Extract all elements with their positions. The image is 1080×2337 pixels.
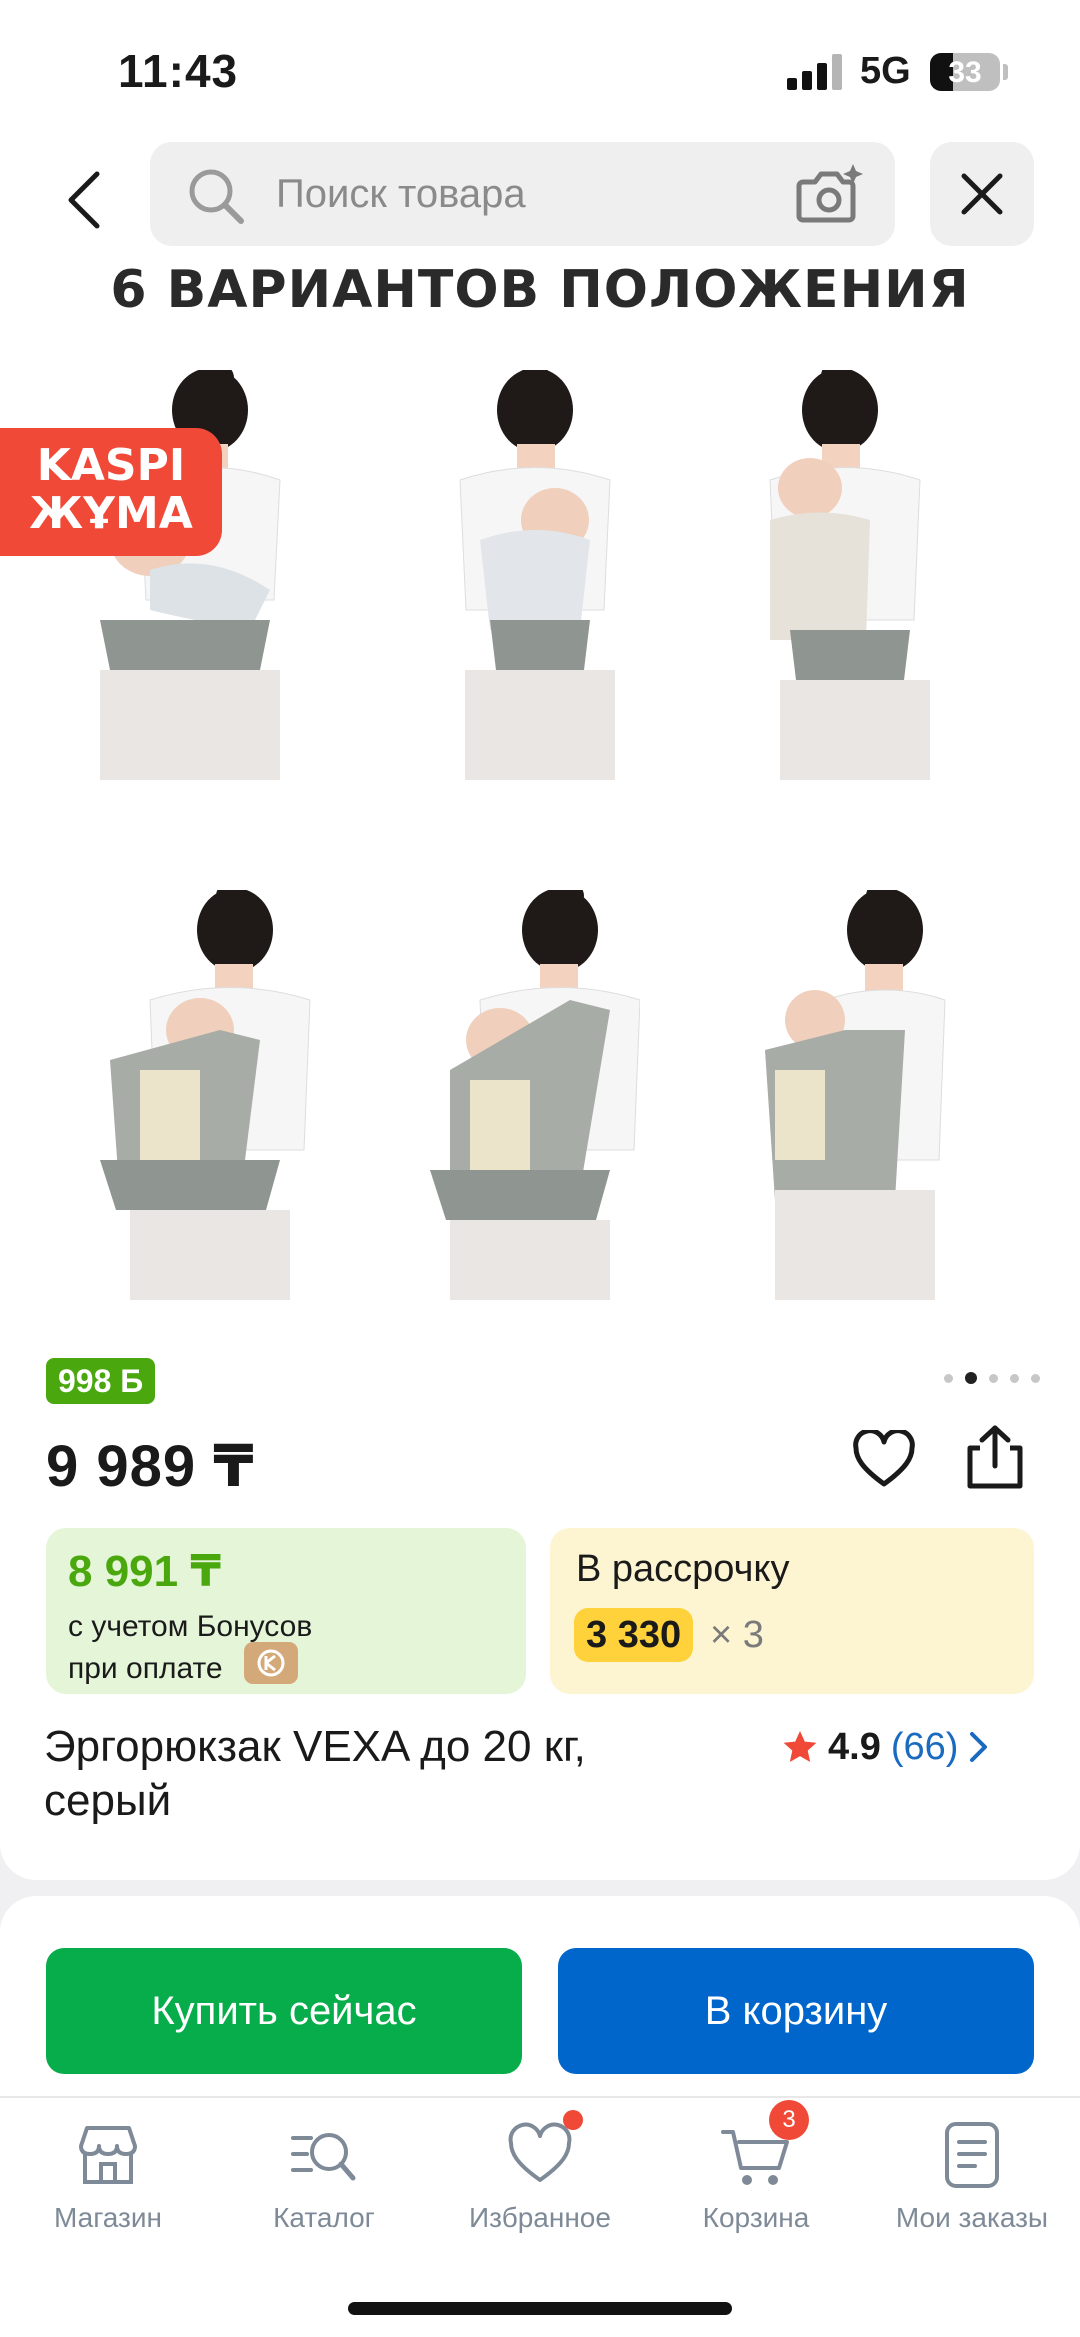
carrier-position-image-4 xyxy=(100,890,311,1300)
nav-label-store: Магазин xyxy=(53,2202,162,2233)
camera-ai-icon[interactable] xyxy=(795,162,865,226)
search-header: Поиск товара xyxy=(0,140,1080,260)
back-button[interactable] xyxy=(50,160,120,240)
kaspi-gold-icon xyxy=(244,1642,298,1684)
bottom-navigation: Магазин Каталог Избранное 3 Корзина Мои … xyxy=(0,2096,1080,2337)
heart-icon xyxy=(853,1428,915,1487)
gallery-pagination[interactable] xyxy=(944,1372,1040,1384)
bonus-badge: 998 Б xyxy=(46,1358,156,1404)
carrier-position-image-3 xyxy=(769,370,930,780)
signal-icon xyxy=(787,54,843,90)
installment-amount: 3 330 xyxy=(574,1608,694,1662)
bonus-price: 8 991 ₸ xyxy=(68,1547,221,1596)
pagination-dot[interactable] xyxy=(965,1372,977,1384)
gallery-image-title: 6 ВАРИАНТОВ ПОЛОЖЕНИЯ xyxy=(110,260,970,320)
cart-count-badge: 3 xyxy=(769,2100,809,2140)
search-placeholder: Поиск товара xyxy=(276,172,526,216)
status-time: 11:43 xyxy=(118,45,239,97)
installment-multiplier: × 3 xyxy=(710,1614,764,1656)
nav-item-store[interactable]: Магазин xyxy=(0,2120,216,2250)
pagination-dot[interactable] xyxy=(1010,1373,1019,1383)
buy-now-button[interactable]: Купить сейчас xyxy=(46,1948,522,2074)
status-bar: 11:43 5G 33 xyxy=(0,0,1080,140)
orders-icon xyxy=(937,2120,1007,2190)
bonus-payment-caption: при оплате xyxy=(68,1652,223,1685)
bonus-price-box[interactable]: 8 991 ₸ с учетом Бонусов при оплате xyxy=(46,1528,526,1694)
product-title: Эргорюкзак VEXA до 20 кг, серый xyxy=(44,1722,586,1825)
carrier-position-image-2 xyxy=(459,370,615,780)
nav-label-catalog: Каталог xyxy=(273,2202,375,2233)
installment-box[interactable]: В рассрочку 3 330 × 3 xyxy=(550,1528,1034,1694)
nav-item-cart[interactable]: 3 Корзина xyxy=(648,2100,864,2250)
nav-label-cart: Корзина xyxy=(702,2202,810,2233)
nav-label-favorites: Избранное xyxy=(469,2202,611,2233)
close-icon xyxy=(961,173,1003,215)
star-icon xyxy=(783,1731,817,1762)
pagination-dot[interactable] xyxy=(989,1373,998,1383)
heart-icon xyxy=(505,2110,583,2190)
pagination-dot[interactable] xyxy=(944,1373,953,1383)
share-icon xyxy=(967,1425,1023,1489)
add-to-cart-button[interactable]: В корзину xyxy=(558,1948,1034,2074)
close-button[interactable] xyxy=(930,142,1034,246)
battery-level: 33 xyxy=(948,56,982,89)
product-price: 9 989 ₸ xyxy=(46,1434,255,1499)
product-rating[interactable]: 4.9 (66) xyxy=(782,1722,990,1772)
chevron-right-icon xyxy=(970,1732,988,1762)
nav-item-orders[interactable]: Мои заказы xyxy=(864,2120,1080,2250)
search-icon xyxy=(189,169,244,224)
product-info: 998 Б 9 989 ₸ 8 991 ₸ с учетом Бонусов п… xyxy=(0,1320,1080,1880)
carrier-position-image-6 xyxy=(765,890,946,1300)
nav-item-catalog[interactable]: Каталог xyxy=(216,2120,432,2250)
cart-icon: 3 xyxy=(721,2100,809,2190)
battery-tip xyxy=(1003,64,1008,80)
search-input[interactable]: Поиск товара xyxy=(150,142,895,246)
badge-line-2: ЖҰМА xyxy=(29,488,193,539)
network-type: 5G xyxy=(860,50,911,92)
badge-line-1: KASPI xyxy=(36,440,186,491)
review-count[interactable]: (66) xyxy=(891,1726,959,1769)
battery-icon: 33 xyxy=(930,53,1000,91)
bonus-caption: с учетом Бонусов xyxy=(68,1610,313,1643)
catalog-search-icon xyxy=(289,2120,359,2190)
carrier-position-image-5 xyxy=(430,890,640,1300)
rating-value: 4.9 xyxy=(828,1725,881,1768)
nav-item-favorites[interactable]: Избранное xyxy=(432,2110,648,2250)
nav-label-orders: Мои заказы xyxy=(895,2202,1049,2233)
home-indicator[interactable] xyxy=(348,2302,732,2315)
pagination-dot[interactable] xyxy=(1031,1373,1040,1383)
purchase-action-bar: Купить сейчас В корзину xyxy=(0,1896,1080,2096)
installment-label: В рассрочку xyxy=(576,1548,790,1590)
kaspi-juma-badge: KASPI ЖҰМА xyxy=(0,428,222,556)
chevron-left-icon xyxy=(68,171,100,229)
favorites-notification-dot xyxy=(563,2110,583,2130)
store-icon xyxy=(73,2120,143,2190)
share-button[interactable] xyxy=(964,1424,1026,1495)
favorite-button[interactable] xyxy=(852,1428,916,1493)
product-image-gallery[interactable]: 6 ВАРИАНТОВ ПОЛОЖЕНИЯ KASPI ЖҰМА xyxy=(0,260,1080,1320)
